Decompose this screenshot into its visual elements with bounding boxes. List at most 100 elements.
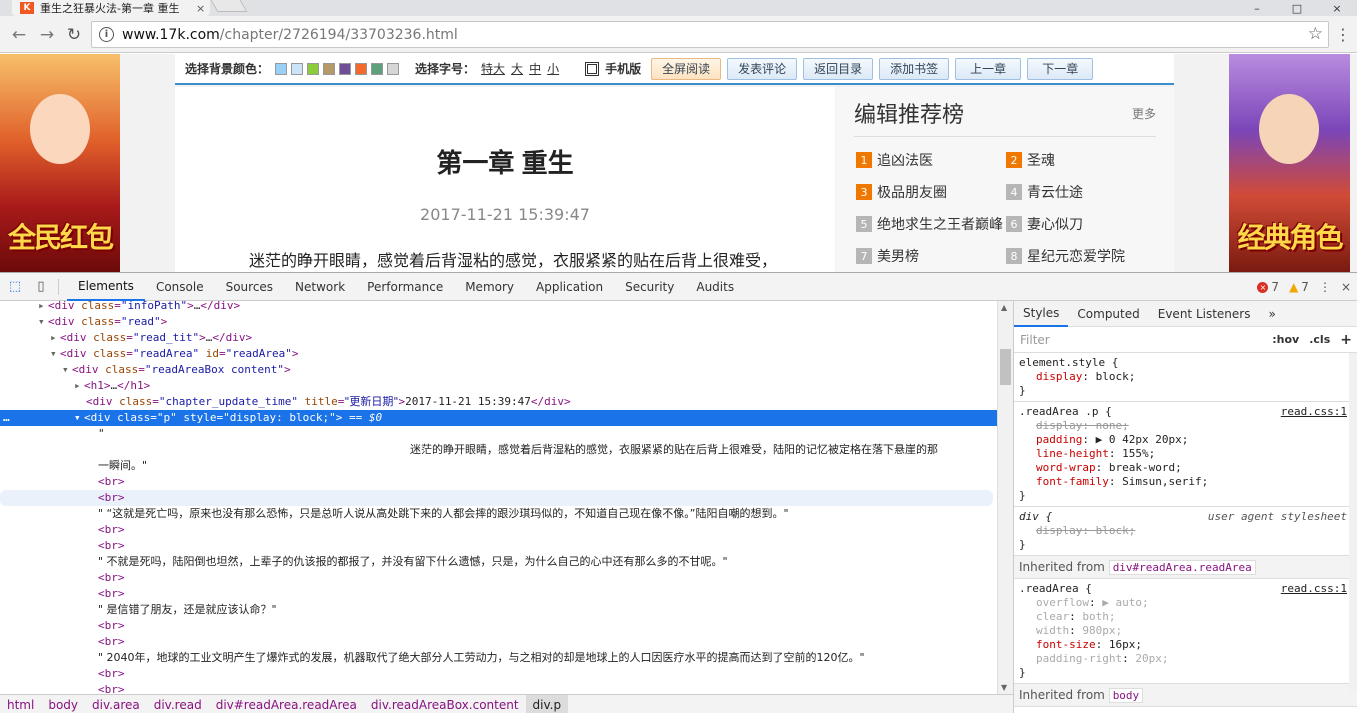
- dom-node-update-time[interactable]: <div class="chapter_update_time" title="…: [0, 394, 997, 410]
- fullscreen-read-button[interactable]: 全屏阅读: [651, 57, 722, 80]
- class-toggle-button[interactable]: .cls: [1304, 333, 1335, 346]
- css-property[interactable]: width: 980px;: [1019, 624, 1353, 638]
- font-size-small[interactable]: 小: [547, 60, 559, 77]
- css-property[interactable]: line-height: 155%;: [1019, 447, 1353, 461]
- css-property[interactable]: overflow: ▶ auto;: [1019, 596, 1353, 610]
- br-node[interactable]: <br>: [0, 474, 997, 490]
- css-property[interactable]: clear: both;: [1019, 610, 1353, 624]
- dom-node-read[interactable]: ▾ <div class="read">: [0, 314, 997, 330]
- next-chapter-button[interactable]: 下一章: [1027, 57, 1094, 80]
- recommend-item[interactable]: 7 美男榜: [856, 246, 919, 266]
- tab-audits[interactable]: Audits: [685, 273, 745, 301]
- post-comment-button[interactable]: 发表评论: [727, 57, 798, 80]
- br-node[interactable]: <br>: [0, 618, 997, 634]
- recommend-item[interactable]: 1 追凶法医: [856, 150, 933, 170]
- tab-network[interactable]: Network: [284, 273, 356, 301]
- dom-node-h1[interactable]: ▸ <h1>…</h1>: [0, 378, 997, 394]
- bg-color-swatch[interactable]: [323, 62, 336, 75]
- add-bookmark-button[interactable]: 添加书签: [879, 57, 950, 80]
- recommend-item[interactable]: 3 极品朋友圈: [856, 182, 947, 202]
- br-node[interactable]: <br>: [0, 490, 993, 506]
- breadcrumb-item[interactable]: div.read: [147, 695, 209, 713]
- close-window-button[interactable]: ×: [1317, 0, 1357, 16]
- recommend-more-link[interactable]: 更多: [1132, 105, 1156, 122]
- recommend-item[interactable]: 6 妻心似刀: [1006, 214, 1083, 234]
- styles-filter-input[interactable]: Filter: [1014, 333, 1267, 347]
- reload-icon[interactable]: ↻: [63, 24, 85, 46]
- dom-node-selected-p[interactable]: … ▾ <div class="p" style="display: block;"…: [0, 410, 997, 426]
- recommend-item[interactable]: 2 圣魂: [1006, 150, 1055, 170]
- tab-application[interactable]: Application: [525, 273, 614, 301]
- styles-scrollbar[interactable]: [1349, 353, 1357, 693]
- right-ad-banner[interactable]: 经典角色: [1229, 54, 1350, 272]
- bg-color-swatch[interactable]: [387, 62, 400, 75]
- text-node-p1-end[interactable]: 一瞬间。": [0, 458, 997, 474]
- bg-color-swatch[interactable]: [291, 62, 304, 75]
- rule-source-link[interactable]: read.css:1: [1281, 405, 1347, 419]
- back-to-toc-button[interactable]: 返回目录: [803, 57, 874, 80]
- tab-computed[interactable]: Computed: [1068, 301, 1148, 327]
- left-ad-banner[interactable]: 全民红包: [0, 54, 120, 272]
- css-property[interactable]: font-family: Simsun,serif;: [1019, 475, 1353, 489]
- dom-node-infopath[interactable]: ▸ <div class="infoPath">…</div>: [0, 301, 997, 314]
- breadcrumb-item[interactable]: div.readAreaBox.content: [364, 695, 526, 713]
- node-options-icon[interactable]: …: [3, 410, 10, 426]
- error-badge[interactable]: × 7: [1257, 280, 1279, 294]
- forward-arrow-icon[interactable]: →: [36, 24, 58, 46]
- devtools-menu-icon[interactable]: ⋮: [1319, 280, 1331, 294]
- br-node[interactable]: <br>: [0, 586, 997, 602]
- text-node-p5[interactable]: " 2040年，地球的工业文明产生了爆炸式的发展，机器取代了绝大部分人工劳动力，…: [0, 650, 997, 666]
- site-info-icon[interactable]: i: [99, 27, 114, 42]
- bookmark-star-icon[interactable]: ☆: [1308, 24, 1323, 44]
- tab-sources[interactable]: Sources: [215, 273, 284, 301]
- prev-chapter-button[interactable]: 上一章: [955, 57, 1022, 80]
- font-size-medium[interactable]: 中: [529, 60, 541, 77]
- recommend-item[interactable]: 5 绝地求生之王者巅峰: [856, 214, 1003, 234]
- css-property[interactable]: padding-right: 20px;: [1019, 652, 1353, 666]
- readarea-p-rule[interactable]: .readArea .p { read.css:1 display: none;…: [1014, 402, 1357, 507]
- breadcrumb-item[interactable]: body: [41, 695, 85, 713]
- elements-scroll-thumb[interactable]: [1000, 349, 1011, 385]
- text-node-p3[interactable]: " 不就是死吗，陆阳倒也坦然，上辈子的仇该报的都报了，并没有留下什么遗憾，只是，…: [0, 554, 997, 570]
- tab-close-icon[interactable]: ×: [196, 2, 205, 15]
- font-size-xlarge[interactable]: 特大: [481, 60, 505, 77]
- css-property[interactable]: word-wrap: break-word;: [1019, 461, 1353, 475]
- inherited-node-link[interactable]: body: [1108, 688, 1144, 703]
- url-input[interactable]: i www.17k.com/chapter/2726194/33703236.h…: [91, 21, 1329, 48]
- tab-event-listeners[interactable]: Event Listeners: [1149, 301, 1260, 327]
- br-node[interactable]: <br>: [0, 570, 997, 586]
- bg-color-swatch[interactable]: [307, 62, 320, 75]
- bg-color-swatch[interactable]: [275, 62, 288, 75]
- element-style-rule[interactable]: element.style { display: block; }: [1014, 353, 1357, 402]
- browser-tab[interactable]: K 重生之狂暴火法-第一章 重生 ×: [12, 0, 210, 16]
- css-property[interactable]: display: none;: [1019, 419, 1353, 433]
- browser-menu-icon[interactable]: ⋮: [1335, 25, 1351, 44]
- text-node-p1[interactable]: 迷茫的睁开眼睛，感觉着后背湿粘的感觉，衣服紧紧的贴在后背上很难受，陆阳的记忆被定…: [0, 442, 997, 458]
- text-node-quote[interactable]: ": [0, 426, 997, 442]
- css-property[interactable]: font-size: 16px;: [1019, 638, 1353, 652]
- warning-badge[interactable]: ▲ 7: [1289, 280, 1309, 294]
- text-node-p4[interactable]: " 是信错了朋友，还是就应该认命？": [0, 602, 997, 618]
- breadcrumb-item[interactable]: div#readArea.readArea: [209, 695, 364, 713]
- text-node-p2[interactable]: " “这就是死亡吗，原来也没有那么恐怖，只是总听人说从高处跳下来的人都会摔的跟沙…: [0, 506, 997, 522]
- bg-color-swatch[interactable]: [339, 62, 352, 75]
- readarea-rule[interactable]: .readArea { read.css:1 overflow: ▶ auto;…: [1014, 579, 1357, 684]
- hover-state-button[interactable]: :hov: [1267, 333, 1304, 346]
- tab-memory[interactable]: Memory: [454, 273, 525, 301]
- br-node[interactable]: <br>: [0, 538, 997, 554]
- css-property[interactable]: display: block;: [1019, 370, 1353, 384]
- css-property[interactable]: display: block;: [1019, 524, 1353, 538]
- font-size-large[interactable]: 大: [511, 60, 523, 77]
- elements-tree[interactable]: ▸ <div class="infoPath">…</div> ▾ <div cla…: [0, 301, 997, 694]
- bg-color-swatch[interactable]: [371, 62, 384, 75]
- dom-node-readarea[interactable]: ▾ <div class="readArea" id="readArea">: [0, 346, 997, 362]
- dom-node-read-tit[interactable]: ▸ <div class="read_tit">…</div>: [0, 330, 997, 346]
- back-arrow-icon[interactable]: ←: [8, 24, 30, 46]
- tab-elements[interactable]: Elements: [67, 273, 145, 301]
- new-tab-button[interactable]: [210, 0, 248, 12]
- inspect-element-icon[interactable]: ⬚: [4, 276, 26, 298]
- br-node[interactable]: <br>: [0, 634, 997, 650]
- br-node[interactable]: <br>: [0, 666, 997, 682]
- tab-security[interactable]: Security: [614, 273, 685, 301]
- css-property[interactable]: padding: ▶ 0 42px 20px;: [1019, 433, 1353, 447]
